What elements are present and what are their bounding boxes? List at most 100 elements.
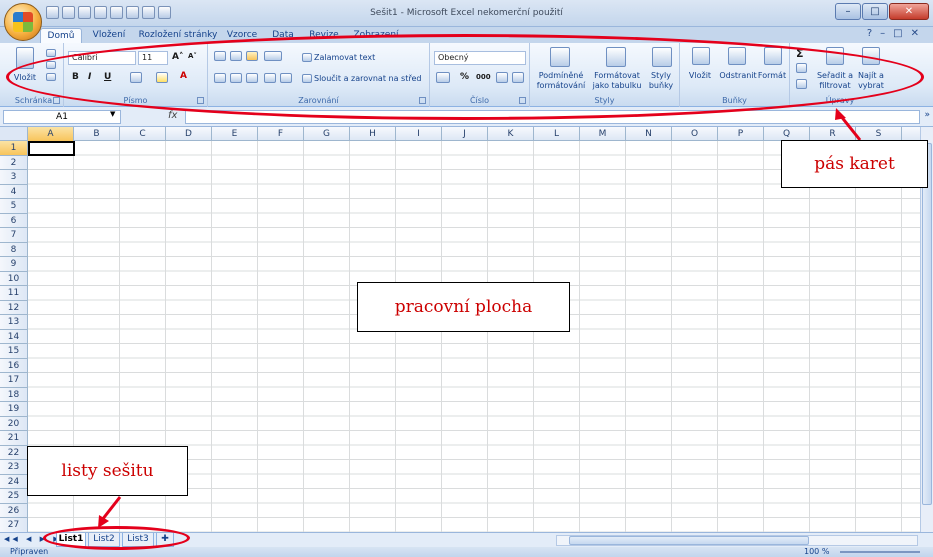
format-painter-icon[interactable] — [46, 73, 56, 81]
delete-cells-icon[interactable] — [728, 47, 746, 65]
row-header[interactable]: 24 — [0, 474, 28, 489]
workbook-controls[interactable]: ?–□✕ — [867, 28, 927, 39]
vertical-scroll-thumb[interactable] — [922, 143, 932, 505]
insert-function-button[interactable]: fx — [168, 110, 177, 121]
decrease-decimal-icon[interactable] — [512, 72, 524, 83]
column-header[interactable]: A — [28, 127, 74, 141]
fill-icon[interactable] — [796, 63, 807, 73]
font-launcher-icon[interactable] — [197, 97, 204, 104]
number-format-select[interactable]: Obecný — [434, 51, 526, 65]
find-select-button[interactable]: Najít a vybrat — [854, 71, 888, 91]
sheet-tab-list3[interactable]: List3 — [122, 533, 154, 547]
tab-insert[interactable]: Vložení — [86, 28, 132, 43]
row-header[interactable]: 8 — [0, 242, 28, 257]
row-header[interactable]: 20 — [0, 416, 28, 431]
sheet-tab-list2[interactable]: List2 — [88, 533, 120, 547]
insert-cells-button[interactable]: Vložit — [682, 71, 718, 81]
align-center-icon[interactable] — [230, 73, 242, 83]
row-header[interactable]: 17 — [0, 373, 28, 388]
column-header[interactable]: J — [442, 127, 488, 141]
office-button[interactable] — [4, 3, 42, 41]
row-header[interactable]: 11 — [0, 286, 28, 301]
sort-filter-button[interactable]: Seřadit a filtrovat — [816, 71, 854, 91]
column-header[interactable]: S — [856, 127, 902, 141]
merge-icon[interactable] — [302, 74, 312, 83]
wrap-text-icon[interactable] — [302, 53, 312, 62]
clear-icon[interactable] — [796, 79, 807, 89]
horizontal-scroll-thumb[interactable] — [569, 536, 809, 545]
column-header[interactable]: E — [212, 127, 258, 141]
row-header[interactable]: 22 — [0, 445, 28, 460]
row-header[interactable]: 21 — [0, 431, 28, 446]
wrap-text-button[interactable]: Zalamovat text — [314, 53, 375, 63]
currency-icon[interactable] — [436, 72, 450, 83]
row-header[interactable]: 12 — [0, 300, 28, 315]
format-cells-icon[interactable] — [764, 47, 782, 65]
tab-page-layout[interactable]: Rozložení stránky — [136, 28, 220, 43]
align-bottom-icon[interactable] — [246, 51, 258, 61]
row-header[interactable]: 27 — [0, 518, 28, 532]
find-select-icon[interactable] — [862, 47, 880, 65]
align-left-icon[interactable] — [214, 73, 226, 83]
zoom-slider[interactable] — [840, 551, 920, 553]
autosum-button[interactable]: Σ — [796, 47, 804, 60]
name-box[interactable]: A1 — [3, 110, 121, 124]
conditional-formatting-button[interactable]: Podmíněné formátování — [534, 71, 588, 91]
column-header[interactable]: H — [350, 127, 396, 141]
row-header[interactable]: 25 — [0, 489, 28, 504]
align-top-icon[interactable] — [214, 51, 226, 61]
row-header[interactable]: 7 — [0, 228, 28, 243]
conditional-formatting-icon[interactable] — [550, 47, 570, 67]
thousands-button[interactable]: 000 — [476, 73, 491, 81]
maximize-button[interactable]: □ — [862, 3, 888, 20]
clipboard-launcher-icon[interactable] — [53, 97, 60, 104]
tab-view[interactable]: Zobrazení — [348, 28, 404, 43]
row-header[interactable]: 6 — [0, 213, 28, 228]
align-middle-icon[interactable] — [230, 51, 242, 61]
column-header[interactable]: F — [258, 127, 304, 141]
column-header[interactable]: D — [166, 127, 212, 141]
sort-filter-icon[interactable] — [826, 47, 844, 65]
merge-center-button[interactable]: Sloučit a zarovnat na střed — [314, 74, 421, 84]
bold-button[interactable]: B — [72, 72, 79, 82]
row-header[interactable]: 19 — [0, 402, 28, 417]
increase-indent-icon[interactable] — [280, 73, 292, 83]
column-header[interactable]: L — [534, 127, 580, 141]
cell-styles-icon[interactable] — [652, 47, 672, 67]
row-header[interactable]: 16 — [0, 358, 28, 373]
row-header[interactable]: 15 — [0, 344, 28, 359]
row-header[interactable]: 14 — [0, 329, 28, 344]
decrease-indent-icon[interactable] — [264, 73, 276, 83]
minimize-button[interactable]: – — [835, 3, 861, 20]
tab-home[interactable]: Domů — [40, 28, 82, 43]
delete-cells-button[interactable]: Odstranit — [718, 71, 758, 81]
cell-styles-button[interactable]: Styly buňky — [644, 71, 678, 91]
row-header[interactable]: 3 — [0, 170, 28, 185]
tab-review[interactable]: Revize — [304, 28, 344, 43]
font-color-icon[interactable]: A — [180, 71, 187, 81]
row-header[interactable]: 18 — [0, 387, 28, 402]
column-header[interactable]: K — [488, 127, 534, 141]
close-button[interactable]: ✕ — [889, 3, 929, 20]
horizontal-scrollbar[interactable] — [556, 535, 918, 546]
alignment-launcher-icon[interactable] — [419, 97, 426, 104]
column-header[interactable]: I — [396, 127, 442, 141]
row-header[interactable]: 1 — [0, 141, 28, 156]
fill-color-icon[interactable] — [156, 72, 168, 83]
percent-button[interactable]: % — [460, 72, 469, 82]
row-header[interactable]: 2 — [0, 155, 28, 170]
row-header[interactable]: 26 — [0, 503, 28, 518]
borders-icon[interactable] — [130, 72, 142, 83]
column-header[interactable]: C — [120, 127, 166, 141]
column-header[interactable]: M — [580, 127, 626, 141]
column-header[interactable]: B — [74, 127, 120, 141]
column-header[interactable]: R — [810, 127, 856, 141]
format-as-table-icon[interactable] — [606, 47, 626, 67]
format-cells-button[interactable]: Formát — [756, 71, 788, 81]
shrink-font-button[interactable]: A˅ — [188, 52, 197, 60]
tab-formulas[interactable]: Vzorce — [222, 28, 262, 43]
insert-cells-icon[interactable] — [692, 47, 710, 65]
name-box-dropdown-icon[interactable]: ▼ — [110, 110, 115, 118]
align-right-icon[interactable] — [246, 73, 258, 83]
select-all-corner[interactable] — [0, 127, 28, 141]
